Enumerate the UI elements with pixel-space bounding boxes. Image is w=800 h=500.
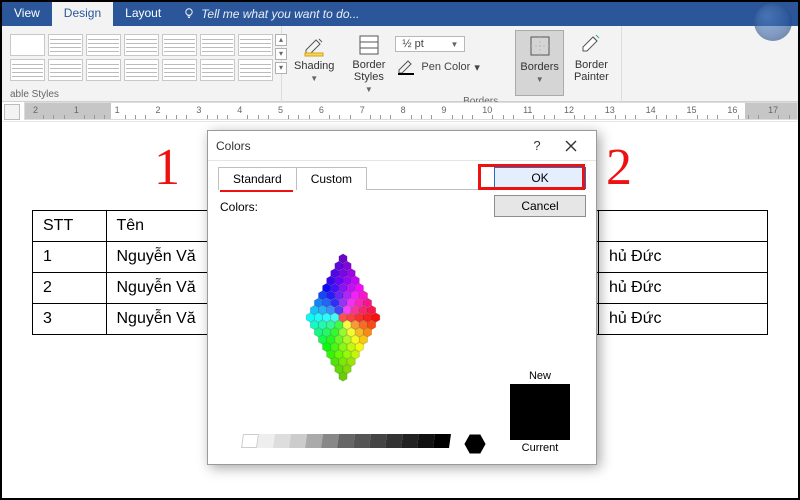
lightbulb-icon (183, 7, 195, 22)
color-hexagon-picker[interactable] (218, 218, 468, 428)
chevron-down-icon: ▼ (310, 74, 318, 83)
app-logo-icon (754, 3, 792, 41)
borders-icon (527, 33, 553, 59)
border-styles-icon (356, 32, 382, 58)
chevron-down-icon: ▼ (365, 85, 373, 94)
table-style-gallery[interactable]: ▴▾▾ (10, 30, 273, 81)
borders-label: Borders (520, 61, 559, 73)
color-preview-swatch (510, 384, 570, 440)
tell-me-placeholder: Tell me what you want to do... (201, 7, 359, 21)
pen-color-dropdown[interactable]: Pen Color ▾ (395, 57, 509, 77)
ribbon: ▴▾▾ able Styles Shading ▼ Border Styles … (2, 26, 798, 102)
dialog-help-button[interactable]: ? (520, 131, 554, 161)
chevron-down-icon: ▼ (536, 75, 544, 84)
table-styles-group: ▴▾▾ able Styles (2, 26, 282, 102)
shading-icon (301, 32, 327, 58)
tell-me-search[interactable]: Tell me what you want to do... (173, 2, 359, 26)
dialog-titlebar[interactable]: Colors ? (208, 131, 596, 161)
tab-custom[interactable]: Custom (296, 167, 367, 190)
pen-color-icon (395, 58, 417, 76)
tab-selector-button[interactable] (4, 104, 20, 120)
dialog-tabs: Standard Custom (218, 167, 486, 190)
borders-button[interactable]: Borders ▼ (515, 30, 564, 96)
borders-group: Border Styles ▼ ½ pt▼ Pen Color ▾ (340, 26, 621, 102)
selected-gray-hexagon[interactable] (464, 434, 486, 454)
menu-bar: View Design Layout Tell me what you want… (2, 2, 798, 26)
tab-design[interactable]: Design (52, 2, 113, 26)
gallery-more-button[interactable]: ▴▾▾ (275, 34, 287, 74)
cancel-button[interactable]: Cancel (494, 195, 586, 217)
horizontal-ruler[interactable]: 211234567891011121314151617 (2, 102, 798, 122)
line-weight-dropdown[interactable]: ½ pt▼ (395, 34, 509, 54)
border-painter-label: Border Painter (574, 60, 609, 83)
tab-layout[interactable]: Layout (113, 2, 173, 26)
ok-button[interactable]: OK (494, 167, 586, 189)
shading-label: Shading (294, 60, 334, 72)
tab-standard[interactable]: Standard (218, 167, 297, 190)
current-label: Current (522, 442, 559, 454)
chevron-down-icon: ▼ (450, 40, 458, 49)
dialog-close-button[interactable] (554, 131, 588, 161)
border-painter-icon (578, 32, 604, 58)
grayscale-row[interactable] (242, 434, 486, 454)
colors-label: Colors: (220, 200, 486, 214)
shading-button-wrap: Shading ▼ (282, 26, 340, 102)
shading-button[interactable]: Shading ▼ (290, 30, 338, 85)
border-styles-button[interactable]: Border Styles ▼ (348, 30, 389, 96)
chevron-down-icon: ▾ (474, 61, 480, 74)
group-label-table-styles: able Styles (10, 89, 59, 102)
tab-view[interactable]: View (2, 2, 52, 26)
new-label: New (529, 370, 551, 382)
dialog-title: Colors (216, 139, 520, 153)
border-styles-label: Border Styles (352, 60, 385, 83)
close-icon (565, 140, 577, 152)
colors-dialog: Colors ? Standard Custom Colors: (207, 130, 597, 465)
border-painter-button[interactable]: Border Painter (570, 30, 613, 96)
